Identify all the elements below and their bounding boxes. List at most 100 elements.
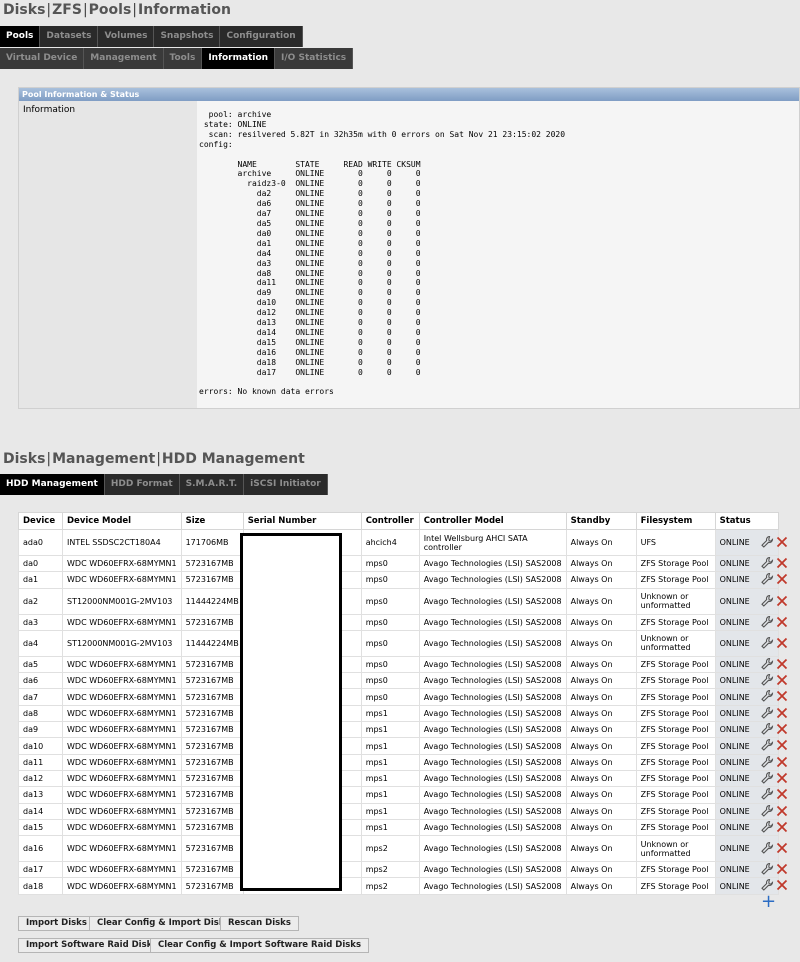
delete-x-icon[interactable] <box>775 636 789 650</box>
table-row: da17 WDC WD60EFRX-68MYMN1 5723167MB mps2 Ava… <box>18 861 779 879</box>
delete-x-icon[interactable] <box>775 787 789 801</box>
tab-snapshots[interactable]: Snapshots <box>154 26 221 47</box>
delete-x-icon[interactable] <box>775 594 789 608</box>
wrench-icon[interactable] <box>760 673 774 687</box>
wrench-icon[interactable] <box>760 878 774 892</box>
cell-standby: Always On <box>565 818 637 837</box>
rescan-disks-button[interactable]: Rescan Disks <box>220 916 299 931</box>
delete-x-icon[interactable] <box>775 556 789 570</box>
delete-x-icon[interactable] <box>775 535 789 549</box>
tab-virtual-device[interactable]: Virtual Device <box>0 48 85 69</box>
cell-controller-model: Avago Technologies (LSI) SAS2008 <box>418 672 567 690</box>
clear-config-import-software-raid-button[interactable]: Clear Config & Import Software Raid Disk… <box>150 938 370 953</box>
wrench-icon[interactable] <box>760 862 774 876</box>
tab-configuration[interactable]: Configuration <box>220 26 303 47</box>
breadcrumb-item[interactable]: Disks <box>3 2 45 18</box>
delete-x-icon[interactable] <box>775 706 789 720</box>
delete-x-icon[interactable] <box>775 841 789 855</box>
wrench-icon[interactable] <box>760 841 774 855</box>
cell-controller-model: Avago Technologies (LSI) SAS2008 <box>418 835 567 863</box>
cell-controller: mps0 <box>360 672 420 690</box>
wrench-icon[interactable] <box>760 771 774 785</box>
cell-controller: mps1 <box>360 753 420 771</box>
tab-hdd-management[interactable]: HDD Management <box>0 474 105 495</box>
cell-controller-model: Avago Technologies (LSI) SAS2008 <box>418 861 567 879</box>
wrench-icon[interactable] <box>760 722 774 736</box>
wrench-icon[interactable] <box>760 706 774 720</box>
cell-device-model: WDC WD60EFRX-68MYMN1 <box>62 737 182 755</box>
breadcrumb-item: Information <box>138 2 231 18</box>
tab-hdd-format[interactable]: HDD Format <box>104 474 180 495</box>
wrench-icon[interactable] <box>760 636 774 650</box>
wrench-icon[interactable] <box>760 556 774 570</box>
wrench-icon[interactable] <box>760 804 774 818</box>
delete-x-icon[interactable] <box>775 804 789 818</box>
cell-device-model: WDC WD60EFRX-68MYMN1 <box>62 704 182 723</box>
cell-filesystem: ZFS Storage Pool <box>635 571 716 589</box>
delete-x-icon[interactable] <box>775 738 789 752</box>
cell-size: 5723167MB <box>180 655 244 674</box>
wrench-icon[interactable] <box>760 738 774 752</box>
pool-info-panel: Pool Information & Status Information po… <box>18 87 800 409</box>
delete-x-icon[interactable] <box>775 820 789 834</box>
delete-x-icon[interactable] <box>775 755 789 769</box>
tab-tools[interactable]: Tools <box>163 48 203 69</box>
wrench-icon[interactable] <box>760 594 774 608</box>
breadcrumb-item[interactable]: Management <box>52 451 155 467</box>
cell-standby: Always On <box>565 571 637 589</box>
table-row: da4 ST12000NM001G-2MV103 11444224MB mps0 Ava… <box>18 629 779 657</box>
cell-filesystem: ZFS Storage Pool <box>635 613 716 631</box>
wrench-icon[interactable] <box>760 615 774 629</box>
cell-size: 5723167MB <box>180 861 244 879</box>
cell-standby: Always On <box>565 802 637 820</box>
tab-information[interactable]: Information <box>202 48 276 69</box>
delete-x-icon[interactable] <box>775 862 789 876</box>
delete-x-icon[interactable] <box>775 615 789 629</box>
wrench-icon[interactable] <box>760 657 774 671</box>
delete-x-icon[interactable] <box>775 657 789 671</box>
breadcrumb-item[interactable]: Disks <box>3 451 45 467</box>
row-actions <box>760 657 790 674</box>
tab-smart[interactable]: S.M.A.R.T. <box>179 474 245 495</box>
tab-volumes[interactable]: Volumes <box>98 26 155 47</box>
cell-size: 5723167MB <box>180 835 244 863</box>
cell-standby: Always On <box>565 655 637 674</box>
tab-io-statistics[interactable]: I/O Statistics <box>275 48 354 69</box>
delete-x-icon[interactable] <box>775 673 789 687</box>
clear-config-import-disks-button[interactable]: Clear Config & Import Disks <box>89 916 238 931</box>
cell-filesystem: ZFS Storage Pool <box>635 704 716 723</box>
wrench-icon[interactable] <box>760 787 774 801</box>
cell-standby: Always On <box>565 769 637 788</box>
cell-controller-model: Avago Technologies (LSI) SAS2008 <box>418 769 567 788</box>
tab-pools[interactable]: Pools <box>0 26 41 47</box>
import-disks-button[interactable]: Import Disks <box>18 916 95 931</box>
cell-device: da13 <box>18 786 63 804</box>
table-row: da13 WDC WD60EFRX-68MYMN1 5723167MB mps1 Ava… <box>18 786 779 804</box>
cell-controller: ahcich4 <box>360 529 420 556</box>
wrench-icon[interactable] <box>760 535 774 549</box>
delete-x-icon[interactable] <box>775 878 789 892</box>
delete-x-icon[interactable] <box>775 572 789 586</box>
cell-device: da5 <box>18 655 63 674</box>
delete-x-icon[interactable] <box>775 771 789 785</box>
tab-iscsi-initiator[interactable]: iSCSI Initiator <box>244 474 328 495</box>
breadcrumb-item[interactable]: Pools <box>89 2 132 18</box>
delete-x-icon[interactable] <box>775 722 789 736</box>
cell-size: 5723167MB <box>180 688 244 706</box>
plus-icon[interactable]: + <box>761 893 776 911</box>
tab-datasets[interactable]: Datasets <box>40 26 99 47</box>
table-row: da16 WDC WD60EFRX-68MYMN1 5723167MB mps2 Ava… <box>18 835 779 863</box>
table-row: da15 WDC WD60EFRX-68MYMN1 5723167MB mps1 Ava… <box>18 818 779 837</box>
breadcrumb-item[interactable]: ZFS <box>52 2 82 18</box>
cell-device-model: WDC WD60EFRX-68MYMN1 <box>62 571 182 589</box>
wrench-icon[interactable] <box>760 689 774 703</box>
cell-standby: Always On <box>565 629 637 657</box>
col-size: Size <box>180 512 244 530</box>
wrench-icon[interactable] <box>760 755 774 769</box>
tab-management[interactable]: Management <box>84 48 164 69</box>
delete-x-icon[interactable] <box>775 689 789 703</box>
wrench-icon[interactable] <box>760 572 774 586</box>
wrench-icon[interactable] <box>760 820 774 834</box>
row-actions <box>760 706 790 723</box>
import-software-raid-button[interactable]: Import Software Raid Disks <box>18 938 166 953</box>
